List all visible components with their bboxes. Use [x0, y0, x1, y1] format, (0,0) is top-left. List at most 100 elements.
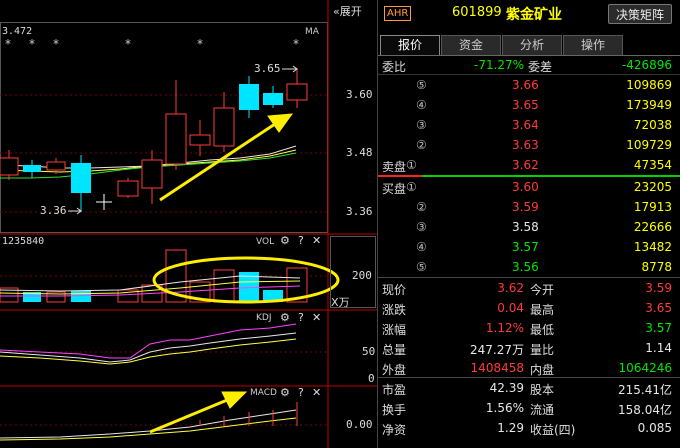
sell-level-row[interactable]: 卖盘 ① 3.62 47354 — [378, 156, 680, 174]
sell-level-row[interactable]: ⑤ 3.66 109869 — [378, 76, 680, 94]
candle-down — [239, 84, 259, 110]
quote-label: 净资 — [382, 423, 407, 437]
sell-volume: 109729 — [626, 138, 672, 152]
quote-label: 内盘 — [530, 363, 555, 377]
quote-label: 市盈 — [382, 383, 407, 397]
chart-panel[interactable]: 3.472 MA «展开 * * * * * * 3.60 3.48 3.36 … — [0, 0, 378, 448]
candle-up — [46, 161, 66, 171]
chart-svg — [0, 0, 378, 448]
quote-value: 1.29 — [497, 421, 524, 435]
buy-volume: 17913 — [633, 200, 672, 214]
quote-label: 现价 — [382, 283, 407, 297]
tab-funds[interactable]: 资金 — [441, 35, 501, 55]
quote-value: 3.62 — [497, 281, 524, 295]
sell-volume: 72038 — [633, 118, 672, 132]
buy-price: 3.58 — [512, 220, 539, 234]
quote-label: 外盘 — [382, 363, 407, 377]
vol-help-icon[interactable]: ? — [298, 234, 304, 247]
buy-price: 3.57 — [512, 240, 539, 254]
star-marker: * — [197, 37, 203, 51]
star-marker: * — [293, 37, 299, 51]
crosshair-cursor — [96, 194, 112, 210]
macd-line-yellow — [0, 417, 297, 441]
sell-price: 3.64 — [512, 118, 539, 132]
sell-price: 3.66 — [512, 78, 539, 92]
sell-price: 3.62 — [512, 158, 539, 172]
tab-operation[interactable]: 操作 — [563, 35, 623, 55]
sell-level-row[interactable]: ③ 3.64 72038 — [378, 116, 680, 134]
sell-price: 3.63 — [512, 138, 539, 152]
kdj-axis-label: 0 — [368, 372, 375, 385]
sell-level-marker: ② — [416, 138, 427, 152]
vol-axis-box — [330, 236, 376, 308]
sell-level-marker: ④ — [416, 98, 427, 112]
tab-analysis[interactable]: 分析 — [502, 35, 562, 55]
sell-level-marker: ① — [406, 158, 417, 172]
candle-down — [23, 165, 41, 172]
kdj-close-icon[interactable]: ✕ — [312, 311, 321, 324]
quote-value: 247.27万 — [470, 343, 524, 357]
star-marker: * — [53, 37, 59, 51]
quote-row: 换手 1.56% 流通 158.04亿 — [378, 399, 680, 417]
sell-level-marker: ③ — [416, 118, 427, 132]
buy-volume: 23205 — [633, 180, 672, 194]
buy-level-marker: ③ — [416, 220, 427, 234]
ahr-badge[interactable]: AHR — [384, 6, 412, 21]
buy-level-marker: ④ — [416, 240, 427, 254]
buy-price: 3.56 — [512, 260, 539, 274]
row-divider — [378, 74, 680, 75]
quote-row: 总量 247.27万 量比 1.14 — [378, 339, 680, 357]
macd-close-icon[interactable]: ✕ — [312, 386, 321, 399]
vol-value: 1235840 — [2, 236, 45, 247]
stock-code: 601899 — [452, 5, 502, 20]
top-value-label: 3.472 — [2, 26, 33, 37]
macd-label: MACD — [250, 388, 277, 398]
weibi-label: 委比 — [382, 60, 407, 74]
kdj-axis-label: 50 — [362, 345, 376, 358]
macd-help-icon[interactable]: ? — [298, 386, 304, 399]
quote-value: 1408458 — [470, 361, 524, 375]
candle-up — [141, 159, 163, 189]
star-marker: * — [29, 37, 35, 51]
high-annotation: 3.65 — [254, 62, 281, 75]
sell-level-row[interactable]: ② 3.63 109729 — [378, 136, 680, 154]
quote-row: 市盈 42.39 股本 215.41亿 — [378, 379, 680, 397]
tab-quote[interactable]: 报价 — [380, 35, 440, 55]
decision-matrix-button[interactable]: 决策矩阵 — [608, 4, 672, 24]
buy-level-row[interactable]: 买盘 ① 3.60 23205 — [378, 178, 680, 196]
buy-level-row[interactable]: ② 3.59 17913 — [378, 198, 680, 216]
buy-level-row[interactable]: ⑤ 3.56 8778 — [378, 258, 680, 276]
sell-level-row[interactable]: ④ 3.65 173949 — [378, 96, 680, 114]
book-divider-green — [422, 175, 680, 177]
kdj-gear-icon[interactable]: ⚙ — [280, 311, 290, 324]
quote-value: 42.39 — [489, 381, 524, 395]
buy-level-row[interactable]: ④ 3.57 13482 — [378, 238, 680, 256]
sell-label: 卖盘 — [382, 160, 407, 174]
quote-value: 3.65 — [645, 301, 672, 315]
quote-value: 1064246 — [618, 361, 672, 375]
macd-axis-label: 0.00 — [346, 418, 373, 431]
quote-value: 0.04 — [497, 301, 524, 315]
price-axis-label: 3.60 — [346, 88, 373, 101]
kdj-help-icon[interactable]: ? — [298, 311, 304, 324]
buy-level-row[interactable]: ③ 3.58 22666 — [378, 218, 680, 236]
quote-row: 涨跌 0.04 最高 3.65 — [378, 299, 680, 317]
candle-down — [71, 163, 91, 193]
buy-volume: 8778 — [641, 260, 672, 274]
quote-row: 外盘 1408458 内盘 1064246 — [378, 359, 680, 377]
candle-up — [165, 113, 187, 165]
candles — [0, 68, 308, 212]
vol-close-icon[interactable]: ✕ — [312, 234, 321, 247]
volume-bar-up — [213, 269, 235, 303]
vol-gear-icon[interactable]: ⚙ — [280, 234, 290, 247]
buy-level-marker: ① — [406, 180, 417, 194]
macd-gear-icon[interactable]: ⚙ — [280, 386, 290, 399]
expand-button[interactable]: «展开 — [333, 3, 362, 19]
quote-value: 3.57 — [645, 321, 672, 335]
low-annotation: 3.36 — [40, 204, 67, 217]
buy-level-marker: ⑤ — [416, 260, 427, 274]
book-divider-red — [378, 175, 422, 177]
quote-value: 1.12% — [485, 321, 524, 335]
candle-up — [0, 157, 19, 176]
quote-row: 涨幅 1.12% 最低 3.57 — [378, 319, 680, 337]
